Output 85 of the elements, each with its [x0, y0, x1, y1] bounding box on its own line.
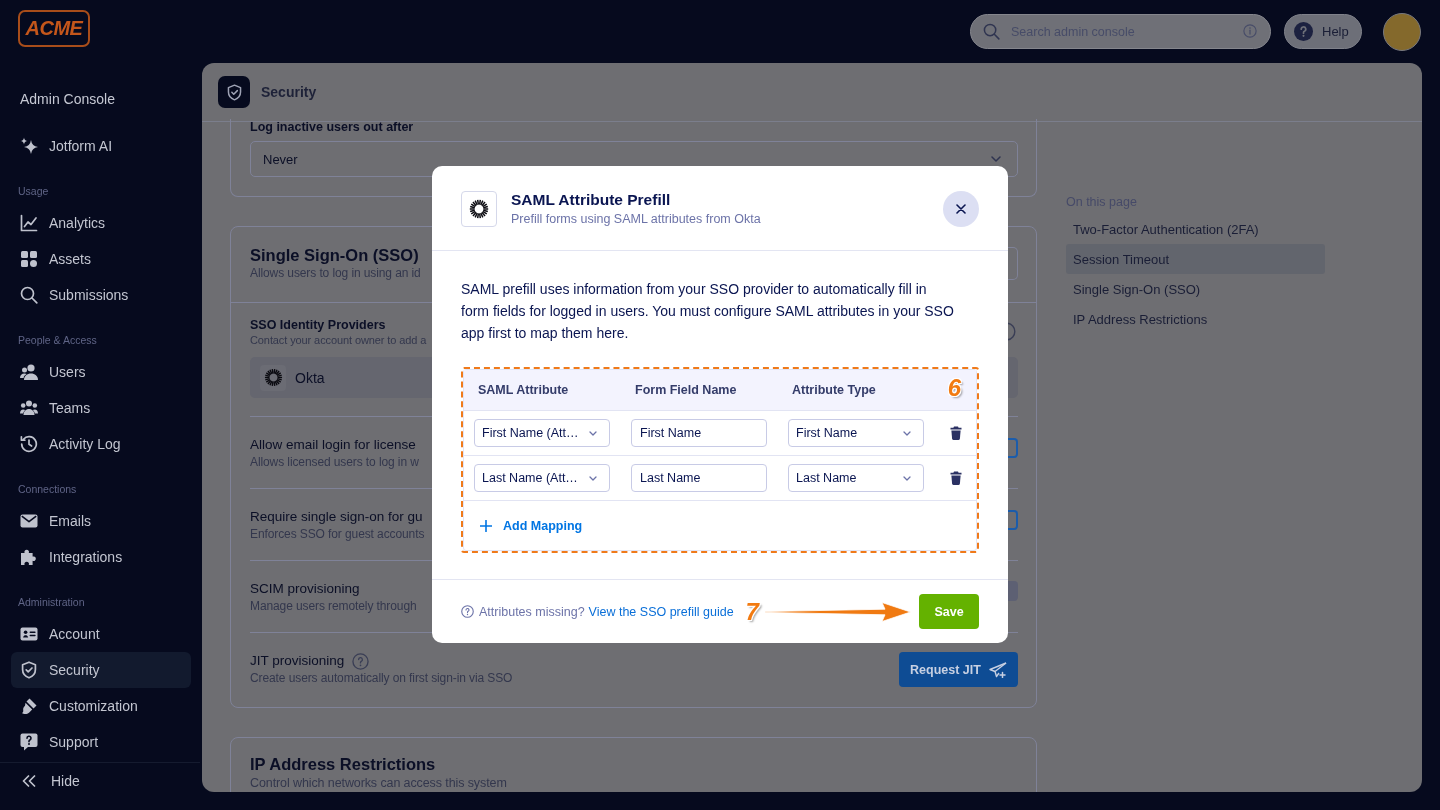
company-logo[interactable]: ACME [18, 10, 90, 47]
setting-description: Manage users remotely through [250, 598, 417, 614]
dialog-subtitle: Prefill forms using SAML attributes from Okta [511, 211, 762, 227]
select-field[interactable]: Last Name [788, 464, 924, 492]
sidebar-item[interactable]: Teams [11, 390, 191, 426]
id-card-icon [20, 625, 38, 643]
section-subtitle: Allows users to log in using an id [250, 265, 421, 281]
clock-icon [20, 435, 38, 453]
brush-icon [20, 697, 38, 715]
text-input[interactable]: Last Name [631, 464, 767, 492]
section-label: Usage [18, 184, 50, 198]
sidebar-item[interactable]: Integrations [11, 539, 191, 575]
guide-link[interactable]: View the SSO prefill guide [588, 604, 734, 619]
plus-icon [480, 519, 492, 532]
shield-check-icon [20, 661, 38, 679]
setting-title: Require single sign-on for gu [250, 508, 423, 526]
dialog-description: SAML prefill uses information from your SSO provider to automatically fill in form fields for logged in users. You must configure SAML attributes in your SSO app first to map them here. [461, 280, 955, 343]
sidebar-item[interactable]: Users [11, 354, 191, 390]
select-field[interactable]: Last Name (Att… [474, 464, 610, 492]
section-label: Administration [18, 595, 86, 609]
column-header: SAML Attribute [477, 383, 570, 397]
column-header: Attribute Type [791, 383, 877, 397]
console-title: Admin Console [20, 90, 116, 108]
sidebar-item[interactable]: Assets [11, 241, 191, 277]
sidebar-item[interactable]: Customization [11, 688, 191, 724]
sunburst-icon [260, 364, 286, 391]
sparkle-icon [20, 137, 38, 155]
paper-plane-icon [988, 661, 1007, 678]
chevron-down-icon [991, 156, 1001, 162]
setting-title: SCIM provisioning [250, 580, 360, 598]
section-label: Connections [18, 482, 78, 496]
group-icon [20, 399, 38, 417]
help-icon[interactable] [1007, 322, 1016, 341]
sidebar-item[interactable]: Submissions [11, 277, 191, 313]
users-icon [20, 363, 38, 381]
chevron-down-icon [903, 475, 911, 481]
add-mapping-button[interactable]: Add Mapping [480, 518, 583, 533]
trash-icon[interactable] [950, 426, 962, 440]
sunburst-icon [461, 190, 497, 227]
page-title: Security [261, 84, 317, 100]
section-subtitle: Control which networks can access this system [250, 775, 508, 791]
setting-title: JIT provisioning [250, 652, 345, 670]
search-icon [983, 23, 1000, 40]
help-icon [1294, 22, 1313, 41]
callout-number: 6 [947, 375, 961, 401]
select-field[interactable]: First Name [788, 419, 924, 447]
close-icon [956, 203, 966, 214]
setting-title: Allow email login for license [250, 436, 416, 454]
line-chart-icon [20, 214, 38, 232]
hide-sidebar-button[interactable]: Hide [0, 762, 200, 799]
section-label: People & Access [18, 333, 98, 347]
double-chevron-left-icon [22, 775, 36, 787]
shield-icon [218, 76, 250, 108]
request-button[interactable]: Request JIT [899, 652, 1018, 687]
setting-description: Create users automatically on first sign-in via SSO [250, 670, 513, 686]
close-button[interactable] [943, 190, 979, 227]
dialog-title: SAML Attribute Prefill [511, 190, 672, 209]
sidebar-item[interactable]: Support [11, 724, 191, 760]
callout-number: 7 [745, 598, 759, 625]
chevron-down-icon [589, 475, 597, 481]
sidebar-item[interactable]: Security [11, 652, 191, 688]
field-label: Log inactive users out after [250, 119, 415, 135]
section-title: Single Sign-On (SSO) [250, 245, 420, 265]
sidebar-item[interactable]: Jotform AI [11, 128, 191, 164]
chevron-down-icon [589, 430, 597, 436]
trash-icon[interactable] [950, 471, 962, 485]
puzzle-icon [20, 548, 38, 566]
select-field[interactable]: First Name (Att… [474, 419, 610, 447]
provider-name: Okta [295, 369, 325, 386]
section-title: IP Address Restrictions [250, 754, 437, 775]
column-header: Form Field Name [634, 383, 738, 397]
help-bubble-icon [20, 733, 38, 751]
sidebar-item[interactable]: Activity Log [11, 426, 191, 462]
chevron-down-icon [903, 430, 911, 436]
sidebar-item[interactable]: Emails [11, 503, 191, 539]
search-icon [20, 286, 38, 304]
text-input[interactable]: First Name [631, 419, 767, 447]
grid-icon [20, 250, 38, 268]
sidebar-item[interactable]: Account [11, 616, 191, 652]
hint-text: Attributes missing? [479, 604, 585, 619]
sidebar-item[interactable]: Analytics [11, 205, 191, 241]
user-avatar[interactable] [1383, 13, 1421, 51]
setting-description: Enforces SSO for guest accounts [250, 526, 425, 542]
envelope-icon [20, 512, 38, 530]
field-label: SSO Identity Providers [250, 317, 387, 333]
